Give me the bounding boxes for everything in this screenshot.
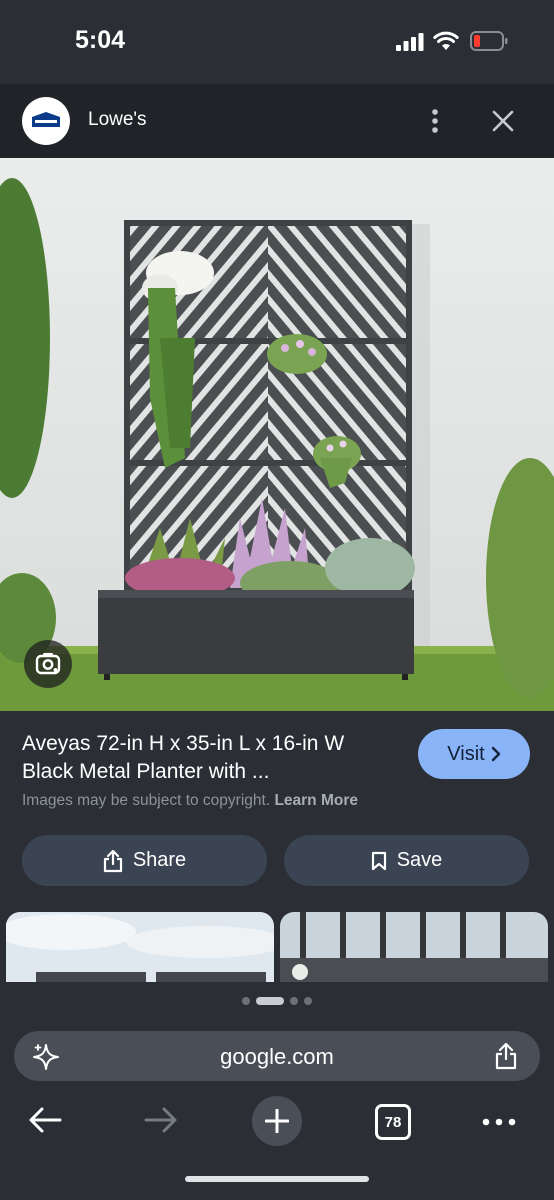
- learn-more-link[interactable]: Learn More: [274, 792, 358, 809]
- save-button[interactable]: Save: [284, 835, 529, 886]
- carousel-dot-active: [256, 997, 284, 1005]
- carousel-dot: [304, 997, 312, 1005]
- forward-arrow-icon[interactable]: [144, 1106, 178, 1134]
- related-image-photo: [280, 912, 548, 982]
- bookmark-icon: [371, 851, 386, 870]
- copyright-text: Images may be subject to copyright.: [22, 792, 271, 809]
- source-logo[interactable]: [22, 97, 70, 145]
- new-tab-button[interactable]: [252, 1096, 302, 1146]
- carousel-dot: [242, 997, 250, 1005]
- copyright-notice: Images may be subject to copyright. Lear…: [22, 792, 358, 810]
- related-image[interactable]: [6, 912, 274, 982]
- related-image-photo: [6, 912, 274, 982]
- url-text: google.com: [220, 1044, 334, 1069]
- carousel-indicator: [0, 992, 554, 1010]
- share-label: Share: [132, 849, 187, 871]
- related-images-carousel: [0, 912, 554, 982]
- related-image[interactable]: [280, 912, 548, 982]
- google-lens-button[interactable]: [24, 640, 72, 688]
- product-title-line-1: Aveyas 72-in H x 35-in L x 16-in W: [22, 732, 345, 755]
- chevron-right-icon: [491, 746, 500, 762]
- back-arrow-icon[interactable]: [28, 1106, 62, 1134]
- status-bar: 5:04: [0, 0, 554, 84]
- product-title[interactable]: Aveyas 72-in H x 35-in L x 16-in W Black…: [22, 730, 402, 786]
- lens-icon: [35, 653, 61, 675]
- save-label: Save: [396, 849, 443, 871]
- tab-switcher-button[interactable]: 78: [375, 1104, 411, 1140]
- product-image[interactable]: [0, 158, 554, 711]
- carousel-dot: [290, 997, 298, 1005]
- browser-toolbar: 78: [0, 1094, 554, 1154]
- lowes-logo-icon: [32, 112, 60, 127]
- more-options-icon[interactable]: [424, 108, 446, 134]
- planter-photo: [0, 158, 554, 711]
- battery-low-icon: [470, 31, 508, 51]
- status-time: 5:04: [75, 26, 126, 54]
- home-indicator: [185, 1176, 369, 1182]
- more-menu-icon[interactable]: [482, 1118, 516, 1126]
- share-icon: [103, 849, 122, 872]
- visit-button[interactable]: Visit: [418, 729, 530, 779]
- share-button[interactable]: Share: [22, 835, 267, 886]
- product-title-line-2: Black Metal Planter with ...: [22, 760, 270, 783]
- visit-label: Visit: [447, 742, 485, 765]
- cellular-signal-icon: [396, 33, 424, 51]
- share-page-icon[interactable]: [494, 1042, 518, 1070]
- wifi-icon: [433, 31, 459, 50]
- source-name[interactable]: Lowe's: [88, 109, 147, 131]
- address-bar[interactable]: google.com: [14, 1031, 540, 1081]
- close-icon[interactable]: [491, 109, 515, 133]
- source-header: Lowe's: [0, 84, 554, 158]
- plus-icon: [265, 1109, 289, 1133]
